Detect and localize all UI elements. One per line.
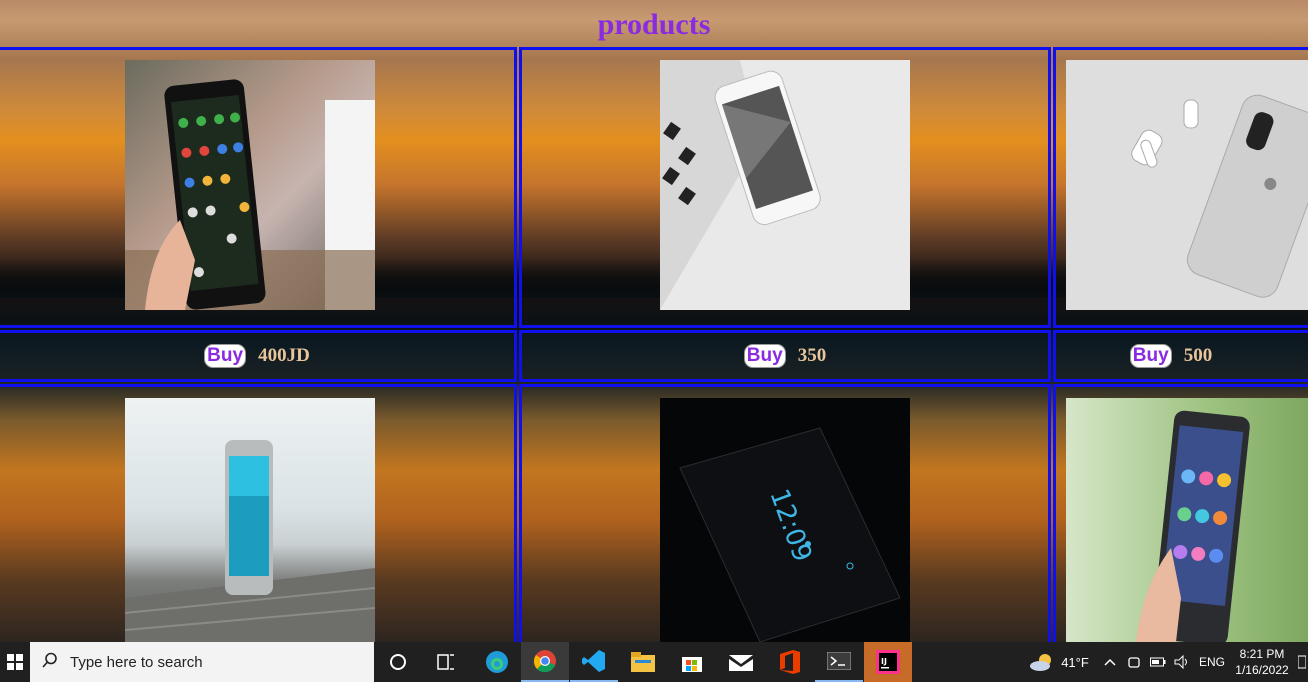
product-image: 12:09 — [660, 398, 910, 642]
volume-icon[interactable] — [1171, 642, 1193, 682]
weather-widget[interactable]: 41°F — [1024, 642, 1094, 682]
product-price: 350 — [797, 345, 827, 366]
product-price: 400JD — [258, 345, 310, 366]
clock[interactable]: 8:21 PM 1/16/2022 — [1232, 642, 1292, 682]
chevron-up-icon[interactable] — [1100, 642, 1120, 682]
buy-button[interactable]: Buy — [204, 344, 247, 368]
weather-cloud-icon — [1030, 654, 1052, 671]
taskbar-search[interactable]: Type here to search — [30, 642, 374, 682]
buy-row: Buy 350 — [522, 343, 1048, 369]
chrome-icon[interactable] — [521, 642, 569, 682]
intellij-icon[interactable]: IJ — [864, 642, 912, 682]
mail-icon[interactable] — [717, 642, 765, 682]
product-image — [1066, 60, 1308, 310]
task-view-icon[interactable] — [422, 642, 470, 682]
product-image — [1066, 398, 1308, 642]
clock-date: 1/16/2022 — [1235, 663, 1289, 677]
buy-button[interactable]: Buy — [1129, 344, 1172, 368]
battery-icon[interactable] — [1148, 642, 1168, 682]
product-image — [125, 398, 375, 642]
vscode-icon[interactable] — [570, 642, 618, 682]
store-icon[interactable] — [668, 642, 716, 682]
buy-row: Buy 500 — [1056, 343, 1286, 369]
buy-button[interactable]: Buy — [743, 344, 786, 368]
page-title: products — [597, 8, 711, 41]
search-placeholder: Type here to search — [70, 653, 203, 671]
clock-time: 8:21 PM — [1239, 647, 1285, 661]
search-icon — [42, 652, 58, 672]
office-icon[interactable] — [766, 642, 814, 682]
product-image — [125, 60, 375, 310]
file-explorer-icon[interactable] — [619, 642, 667, 682]
edge-icon[interactable] — [473, 642, 521, 682]
notification-icon[interactable] — [1296, 642, 1308, 682]
product-image — [660, 60, 910, 310]
product-price: 500 — [1183, 345, 1213, 366]
svg-text:IJ: IJ — [881, 657, 887, 666]
cortana-icon[interactable] — [374, 642, 422, 682]
language-indicator[interactable]: ENG — [1196, 642, 1228, 682]
terminal-icon[interactable] — [815, 642, 863, 682]
windows-icon — [7, 654, 23, 670]
windows-taskbar: Type here to search IJ 41°F ENG 8:21 PM … — [0, 642, 1308, 682]
buy-row: Buy 400JD — [0, 343, 514, 369]
weather-temp: 41°F — [1061, 654, 1089, 670]
start-button[interactable] — [0, 642, 30, 682]
meet-now-icon[interactable] — [1124, 642, 1144, 682]
